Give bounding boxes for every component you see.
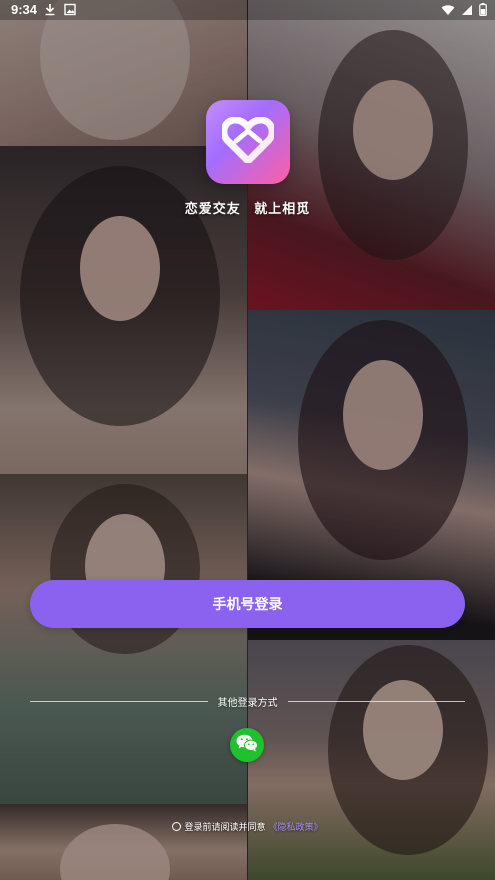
agreement-row: 登录前请阅读并同意 《隐私政策》 bbox=[0, 820, 495, 833]
slogan-part-2: 就上相觅 bbox=[254, 202, 311, 217]
divider-line-left bbox=[30, 700, 208, 702]
app-slogan: 恋爱交友 就上相觅 bbox=[0, 198, 495, 217]
download-icon bbox=[44, 3, 56, 20]
wechat-login-button[interactable] bbox=[230, 728, 264, 762]
phone-login-button[interactable]: 手机号登录 bbox=[30, 580, 465, 628]
battery-icon bbox=[479, 3, 487, 20]
signal-icon bbox=[461, 4, 473, 20]
phone-login-label: 手机号登录 bbox=[212, 597, 283, 613]
agreement-checkbox[interactable] bbox=[172, 822, 182, 831]
wechat-icon bbox=[236, 734, 258, 756]
status-time: 9:34 bbox=[11, 2, 38, 17]
login-screen: 9:34 恋爱交友 就上相觅 手机号登录 其他登录方式 登录前请阅读并同意 《隐… bbox=[0, 0, 495, 880]
other-login-label: 其他登录方式 bbox=[217, 697, 278, 709]
other-login-divider: 其他登录方式 bbox=[30, 693, 465, 709]
privacy-policy-link[interactable]: 《隐私政策》 bbox=[269, 820, 323, 833]
heart-logo-icon bbox=[220, 116, 276, 167]
slogan-part-1: 恋爱交友 bbox=[184, 202, 241, 217]
wifi-icon bbox=[441, 4, 455, 20]
agreement-text: 登录前请阅读并同意 bbox=[184, 823, 266, 833]
divider-line-right bbox=[287, 700, 465, 702]
app-logo bbox=[206, 100, 290, 184]
status-bar: 9:34 bbox=[0, 0, 495, 20]
image-icon bbox=[64, 3, 76, 20]
